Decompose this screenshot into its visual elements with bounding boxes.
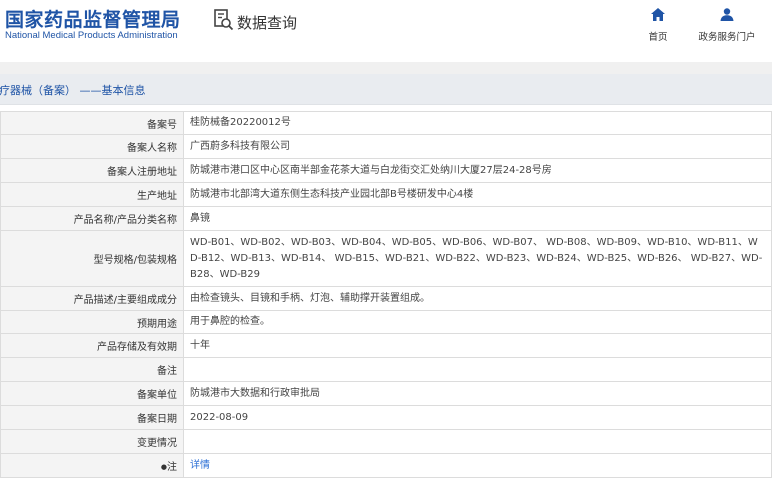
field-value: 2022-08-09 bbox=[183, 405, 772, 430]
note-value-cell: 详情 bbox=[183, 453, 772, 478]
nav-service-portal[interactable]: 政务服务门户 bbox=[696, 6, 758, 43]
table-row: 备案单位 防城港市大数据和行政审批局 bbox=[0, 381, 772, 406]
section-title: 医疗器械（备案） ——基本信息 bbox=[0, 84, 146, 97]
nav-portal-label: 政务服务门户 bbox=[698, 32, 756, 43]
table-row: 产品存储及有效期 十年 bbox=[0, 333, 772, 358]
field-label: 型号规格/包装规格 bbox=[0, 230, 184, 287]
field-value: 用于鼻腔的检查。 bbox=[183, 310, 772, 334]
field-label: 生产地址 bbox=[0, 182, 184, 207]
field-value: 防城港市北部湾大道东侧生态科技产业园北部B号楼研发中心4楼 bbox=[183, 182, 772, 207]
search-document-icon bbox=[214, 9, 234, 35]
details-link[interactable]: 详情 bbox=[190, 460, 210, 471]
field-value: 鼻镜 bbox=[183, 206, 772, 231]
field-label: 备案人注册地址 bbox=[0, 158, 184, 183]
field-value bbox=[183, 357, 772, 382]
record-detail-table: 备案号 桂防械备20220012号 备案人名称 广西蔚多科技有限公司 备案人注册… bbox=[0, 111, 772, 478]
field-value: 桂防械备20220012号 bbox=[183, 111, 772, 135]
table-row: 备案人名称 广西蔚多科技有限公司 bbox=[0, 134, 772, 159]
field-value: 十年 bbox=[183, 333, 772, 358]
table-row: 生产地址 防城港市北部湾大道东侧生态科技产业园北部B号楼研发中心4楼 bbox=[0, 182, 772, 207]
table-row: 产品描述/主要组成成分 由检查镜头、目镜和手柄、灯泡、辅助撑开装置组成。 bbox=[0, 286, 772, 311]
note-label-cell: ●注 bbox=[0, 453, 184, 478]
field-value: 广西蔚多科技有限公司 bbox=[183, 134, 772, 159]
table-row: 预期用途 用于鼻腔的检查。 bbox=[0, 310, 772, 334]
field-label: 备案单位 bbox=[0, 381, 184, 406]
field-value: 防城港市港口区中心区南半部金花茶大道与白龙街交汇处纳川大厦27层24-28号房 bbox=[183, 158, 772, 183]
table-row: 备注 bbox=[0, 357, 772, 382]
field-label: 备案日期 bbox=[0, 405, 184, 430]
person-icon bbox=[720, 6, 734, 25]
field-label: 产品描述/主要组成成分 bbox=[0, 286, 184, 311]
field-label: 产品存储及有效期 bbox=[0, 333, 184, 358]
section-header: 医疗器械（备案） ——基本信息 bbox=[0, 74, 772, 105]
data-query-label: 数据查询 bbox=[237, 13, 298, 32]
table-row: 备案日期 2022-08-09 bbox=[0, 405, 772, 430]
nav-home[interactable]: 首页 bbox=[646, 6, 670, 43]
field-label: 产品名称/产品分类名称 bbox=[0, 206, 184, 231]
table-row: 变更情况 bbox=[0, 429, 772, 454]
field-label: 变更情况 bbox=[0, 429, 184, 454]
agency-logo-en[interactable]: National Medical Products Administration bbox=[5, 30, 178, 41]
field-label: 备案人名称 bbox=[0, 134, 184, 159]
table-row: 产品名称/产品分类名称 鼻镜 bbox=[0, 206, 772, 231]
field-label: 预期用途 bbox=[0, 310, 184, 334]
table-row: 型号规格/包装规格 WD-B01、WD-B02、WD-B03、WD-B04、WD… bbox=[0, 230, 772, 287]
data-query-title: 数据查询 bbox=[214, 9, 297, 35]
field-value: 由检查镜头、目镜和手柄、灯泡、辅助撑开装置组成。 bbox=[183, 286, 772, 311]
field-value: WD-B01、WD-B02、WD-B03、WD-B04、WD-B05、WD-B0… bbox=[183, 230, 772, 287]
field-value bbox=[183, 429, 772, 454]
nav-home-label: 首页 bbox=[648, 32, 668, 43]
note-label: 注 bbox=[167, 462, 177, 473]
field-label: 备案号 bbox=[0, 111, 184, 135]
site-header: 国家药品监督管理局 National Medical Products Admi… bbox=[0, 0, 772, 52]
table-row: 备案号 桂防械备20220012号 bbox=[0, 111, 772, 135]
table-row: 备案人注册地址 防城港市港口区中心区南半部金花茶大道与白龙街交汇处纳川大厦27层… bbox=[0, 158, 772, 183]
home-icon bbox=[651, 6, 665, 25]
header-divider bbox=[0, 62, 772, 74]
agency-logo-cn[interactable]: 国家药品监督管理局 bbox=[5, 5, 181, 32]
table-row: ●注 详情 bbox=[0, 453, 772, 478]
field-label: 备注 bbox=[0, 357, 184, 382]
field-value: 防城港市大数据和行政审批局 bbox=[183, 381, 772, 406]
